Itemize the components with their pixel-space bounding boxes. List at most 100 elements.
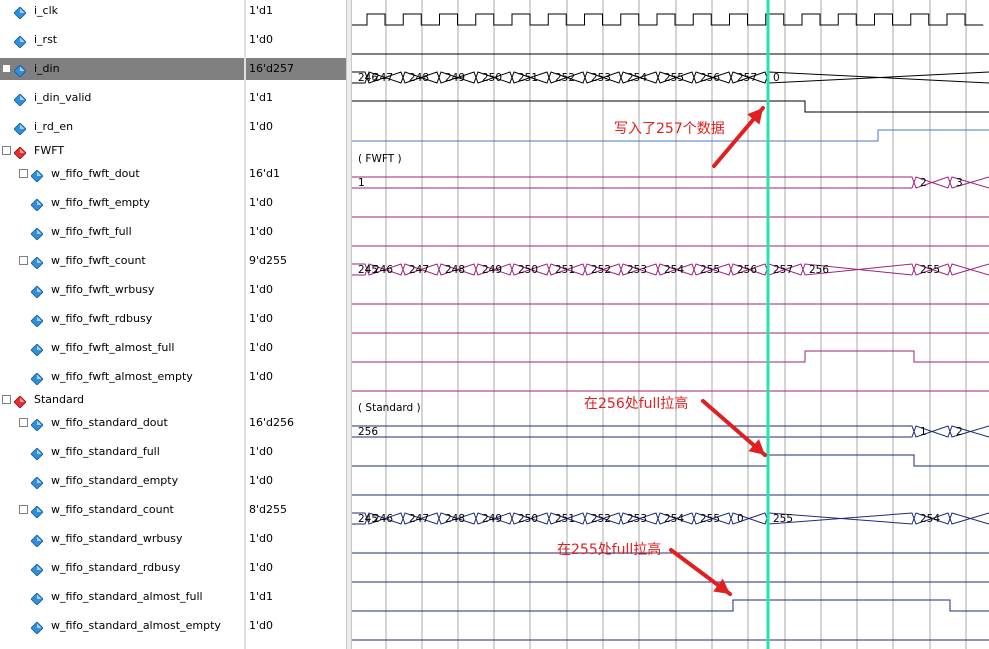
signal-values-panel: 1'd1 1'd0 16'd257 1'd1 1'd0 16'd1 1'd0 1'd0 9'd2… <box>246 0 347 649</box>
signal-value: 1'd0 <box>249 312 274 325</box>
bus-value-label: 251 <box>555 513 575 525</box>
bus-value-label: 256 <box>809 264 829 276</box>
signal-row-i_clk[interactable]: i_clk <box>0 0 245 22</box>
signal-row-w_fifo_fwft_almost_full[interactable]: w_fifo_fwft_almost_full <box>0 337 245 359</box>
signal-row-w_fifo_standard_almost_empty[interactable]: w_fifo_standard_almost_empty <box>0 615 245 637</box>
signal-row-w_fifo_standard_rdbusy[interactable]: w_fifo_standard_rdbusy <box>0 557 245 579</box>
signal-blue-diamond-icon <box>30 591 44 606</box>
signal-name: w_fifo_standard_rdbusy <box>51 561 181 574</box>
expand-icon[interactable] <box>19 505 28 514</box>
bus-value-label: 255 <box>700 264 720 276</box>
bus-value-label: 255 <box>773 513 793 525</box>
signal-name: w_fifo_standard_count <box>51 503 174 516</box>
signal-row-w_fifo_fwft_rdbusy[interactable]: w_fifo_fwft_rdbusy <box>0 308 245 330</box>
signal-row-i_rd_en[interactable]: i_rd_en <box>0 116 245 138</box>
waveform-panel[interactable]: 246 247 248 249 250 251 252 253 254 255 256 257 0 ( F… <box>352 0 989 649</box>
bus-value-label: 248 <box>445 513 465 525</box>
signal-name: i_clk <box>34 4 59 17</box>
signal-value: 16'd256 <box>249 416 294 429</box>
signal-value: 1'd0 <box>249 445 274 458</box>
signal-blue-diamond-icon <box>30 255 44 270</box>
bus-value-label: 254 <box>664 264 684 276</box>
signal-row-i_din[interactable]: i_din <box>0 58 245 80</box>
signal-row-w_fifo_fwft_full[interactable]: w_fifo_fwft_full <box>0 221 245 243</box>
bus-value-label: 250 <box>518 513 538 525</box>
bus-value-label: 253 <box>627 264 647 276</box>
bus-value-label: 0 <box>737 513 744 525</box>
group-red-diamond-icon <box>13 394 27 409</box>
signal-row-i_rst[interactable]: i_rst <box>0 29 245 51</box>
bus-value-label: 255 <box>664 72 684 84</box>
signal-blue-diamond-icon <box>13 5 27 20</box>
signal-blue-diamond-icon <box>30 533 44 548</box>
signal-row-w_fifo_standard_count[interactable]: w_fifo_standard_count <box>0 499 245 521</box>
signal-name: w_fifo_fwft_empty <box>51 196 150 209</box>
bus-value-label: 247 <box>409 264 429 276</box>
signal-row-w_fifo_standard_wrbusy[interactable]: w_fifo_standard_wrbusy <box>0 528 245 550</box>
signal-value <box>246 140 347 162</box>
signal-row-w_fifo_standard_dout[interactable]: w_fifo_standard_dout <box>0 412 245 434</box>
bus-value-label: 3 <box>956 177 963 189</box>
signal-name: w_fifo_fwft_almost_empty <box>51 370 193 383</box>
collapse-icon[interactable] <box>2 395 11 404</box>
signal-blue-diamond-icon <box>30 562 44 577</box>
signal-value: 1'd0 <box>249 370 274 383</box>
expand-icon[interactable] <box>19 418 28 427</box>
annotation-text: 在256处full拉高 <box>584 395 688 412</box>
signal-name: w_fifo_standard_empty <box>51 474 179 487</box>
bus-value-label: 252 <box>555 72 575 84</box>
signal-row-w_fifo_fwft_dout[interactable]: w_fifo_fwft_dout <box>0 163 245 185</box>
group-label: ( Standard ) <box>358 402 421 414</box>
signal-row-fwft[interactable]: FWFT <box>0 140 245 162</box>
bus-value-label: 247 <box>409 513 429 525</box>
signal-row-w_fifo_fwft_count[interactable]: w_fifo_fwft_count <box>0 250 245 272</box>
signal-name: Standard <box>34 393 85 406</box>
signal-value: 1'd0 <box>249 532 274 545</box>
signal-name: w_fifo_fwft_rdbusy <box>51 312 153 325</box>
signal-row-w_fifo_standard_almost_full[interactable]: w_fifo_standard_almost_full <box>0 586 245 608</box>
signal-blue-diamond-icon <box>30 504 44 519</box>
bus-value-label: 252 <box>591 264 611 276</box>
signal-blue-diamond-icon <box>13 121 27 136</box>
collapse-icon[interactable] <box>2 146 11 155</box>
signal-row-w_fifo_fwft_empty[interactable]: w_fifo_fwft_empty <box>0 192 245 214</box>
bus-value-label: 251 <box>555 264 575 276</box>
signal-value <box>246 389 347 411</box>
signal-blue-diamond-icon <box>30 620 44 635</box>
signal-blue-diamond-icon <box>30 197 44 212</box>
signal-value: 1'd1 <box>249 91 274 104</box>
signal-value: 1'd1 <box>249 590 274 603</box>
signal-value: 16'd257 <box>246 58 347 80</box>
signal-name: w_fifo_standard_almost_empty <box>51 619 221 632</box>
signal-row-w_fifo_fwft_almost_empty[interactable]: w_fifo_fwft_almost_empty <box>0 366 245 388</box>
group-red-diamond-icon <box>13 145 27 160</box>
signal-name: FWFT <box>34 144 65 157</box>
signal-blue-diamond-icon <box>13 63 27 78</box>
signal-name: w_fifo_standard_almost_full <box>51 590 203 603</box>
signal-name: w_fifo_standard_dout <box>51 416 168 429</box>
bus-value-label: 257 <box>737 72 757 84</box>
bus-value-label: 249 <box>445 72 465 84</box>
bus-value-label: 253 <box>591 72 611 84</box>
signal-row-w_fifo_fwft_wrbusy[interactable]: w_fifo_fwft_wrbusy <box>0 279 245 301</box>
bus-value-label: 248 <box>409 72 429 84</box>
signal-row-standard[interactable]: Standard <box>0 389 245 411</box>
signal-blue-diamond-icon <box>30 417 44 432</box>
bus-value-label: 1 <box>358 177 365 189</box>
signal-name: i_rst <box>34 33 58 46</box>
signal-name: w_fifo_fwft_full <box>51 225 132 238</box>
bus-value-label: 256 <box>737 264 757 276</box>
expand-icon[interactable] <box>2 64 11 73</box>
bus-value-label: 251 <box>518 72 538 84</box>
signal-row-w_fifo_standard_empty[interactable]: w_fifo_standard_empty <box>0 470 245 492</box>
signal-value: 1'd0 <box>249 283 274 296</box>
signal-row-w_fifo_standard_full[interactable]: w_fifo_standard_full <box>0 441 245 463</box>
bus-value-label: 255 <box>920 264 940 276</box>
bus-value-label: 248 <box>445 264 465 276</box>
bus-value-label: 252 <box>591 513 611 525</box>
signal-row-i_din_valid[interactable]: i_din_valid <box>0 87 245 109</box>
expand-icon[interactable] <box>19 256 28 265</box>
expand-icon[interactable] <box>19 169 28 178</box>
signal-blue-diamond-icon <box>30 371 44 386</box>
bus-value-label: 0 <box>773 72 780 84</box>
